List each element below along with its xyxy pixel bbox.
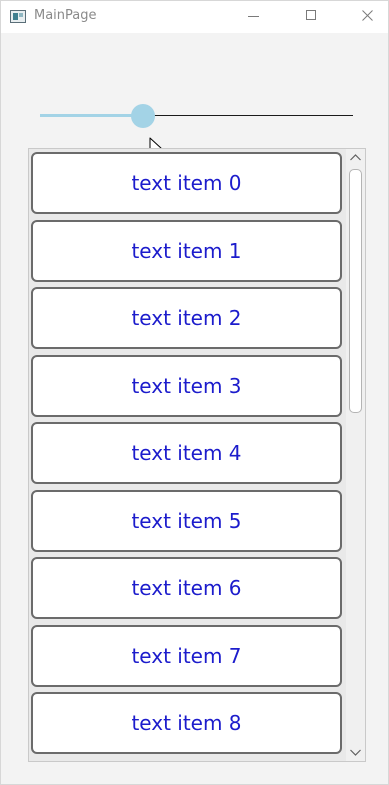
app-window-icon	[10, 10, 26, 23]
value-slider[interactable]	[40, 104, 353, 128]
list-item[interactable]: text item 7	[31, 624, 342, 687]
chevron-up-icon	[350, 154, 361, 161]
list-item[interactable]: text item 6	[31, 557, 342, 619]
chevron-down-icon	[350, 749, 361, 756]
title-bar[interactable]: MainPage	[1, 1, 388, 33]
list-item[interactable]: text item 1	[31, 219, 342, 282]
list-item[interactable]: text item 4	[31, 422, 342, 484]
scroll-thumb[interactable]	[349, 169, 362, 413]
maximize-button[interactable]	[288, 1, 334, 33]
scroll-up-button[interactable]	[346, 149, 365, 166]
list-item[interactable]: text item 5	[31, 489, 342, 552]
list-item[interactable]: text item 2	[31, 287, 342, 349]
list-item[interactable]: text item 0	[31, 152, 342, 214]
vertical-scrollbar[interactable]	[346, 149, 365, 761]
list-viewport: text item 0 text item 1 text item 2 text it…	[29, 149, 346, 761]
close-button[interactable]	[344, 1, 389, 33]
slider-fill	[40, 114, 144, 117]
item-list[interactable]: text item 0 text item 1 text item 2 text it…	[28, 148, 366, 762]
scroll-down-button[interactable]	[346, 744, 365, 761]
main-window: MainPage text item 0 text item 1 text item…	[0, 0, 389, 785]
slider-thumb[interactable]	[131, 104, 156, 128]
minimize-button[interactable]	[230, 1, 276, 33]
window-title: MainPage	[34, 8, 97, 23]
close-icon	[362, 10, 373, 21]
list-item[interactable]: text item 8	[31, 692, 342, 754]
list-item[interactable]: text item 3	[31, 354, 342, 417]
